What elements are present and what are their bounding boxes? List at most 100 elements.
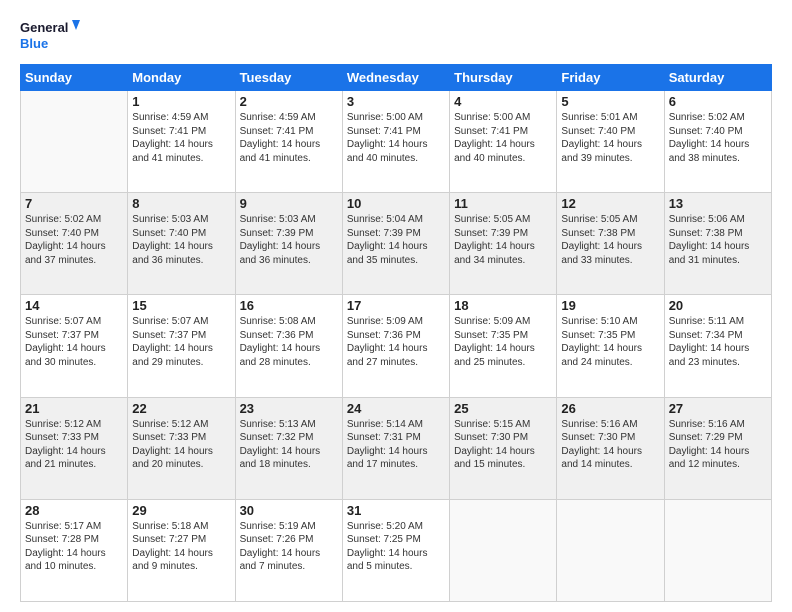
day-info: Sunrise: 4:59 AMSunset: 7:41 PMDaylight:…	[240, 111, 338, 165]
day-number: 25	[454, 401, 552, 416]
calendar-cell: 26 Sunrise: 5:16 AMSunset: 7:30 PMDayligh…	[557, 397, 664, 499]
calendar-cell: 31 Sunrise: 5:20 AMSunset: 7:25 PMDayligh…	[342, 499, 449, 601]
calendar-cell: 7Sunrise: 5:02 AMSunset: 7:40 PMDaylight…	[21, 193, 128, 295]
calendar-cell: 12 Sunrise: 5:05 AMSunset: 7:38 PMDayligh…	[557, 193, 664, 295]
day-number: 16	[240, 298, 338, 313]
calendar-week-3: 14Sunrise: 5:07 AMSunset: 7:37 PMDayligh…	[21, 295, 772, 397]
weekday-header-sunday: Sunday	[21, 65, 128, 91]
day-number: 24	[347, 401, 445, 416]
page: General Blue SundayMondayTuesdayWednesda…	[0, 0, 792, 612]
calendar-week-5: 28 Sunrise: 5:17 AMSunset: 7:28 PMDayligh…	[21, 499, 772, 601]
day-number: 27	[669, 401, 767, 416]
calendar-cell: 27 Sunrise: 5:16 AMSunset: 7:29 PMDayligh…	[664, 397, 771, 499]
day-info: Sunrise: 5:14 AMSunset: 7:31 PMDaylight:…	[347, 418, 445, 472]
day-info: Sunrise: 5:11 AMSunset: 7:34 PMDaylight:…	[669, 315, 767, 369]
calendar-cell: 30 Sunrise: 5:19 AMSunset: 7:26 PMDayligh…	[235, 499, 342, 601]
day-number: 6	[669, 94, 767, 109]
calendar-cell: 29 Sunrise: 5:18 AMSunset: 7:27 PMDayligh…	[128, 499, 235, 601]
day-info: Sunrise: 5:03 AMSunset: 7:39 PMDaylight:…	[240, 213, 338, 267]
calendar-cell: 17Sunrise: 5:09 AMSunset: 7:36 PMDayligh…	[342, 295, 449, 397]
day-number: 17	[347, 298, 445, 313]
day-info: Sunrise: 5:01 AMSunset: 7:40 PMDaylight:…	[561, 111, 659, 165]
day-number: 29	[132, 503, 230, 518]
day-number: 8	[132, 196, 230, 211]
calendar-cell: 14Sunrise: 5:07 AMSunset: 7:37 PMDayligh…	[21, 295, 128, 397]
weekday-header-wednesday: Wednesday	[342, 65, 449, 91]
day-number: 26	[561, 401, 659, 416]
weekday-header-row: SundayMondayTuesdayWednesdayThursdayFrid…	[21, 65, 772, 91]
day-info: Sunrise: 5:02 AMSunset: 7:40 PMDaylight:…	[25, 213, 123, 267]
weekday-header-monday: Monday	[128, 65, 235, 91]
calendar-cell: 1 Sunrise: 4:59 AMSunset: 7:41 PMDaylight…	[128, 91, 235, 193]
weekday-header-tuesday: Tuesday	[235, 65, 342, 91]
calendar-cell: 18 Sunrise: 5:09 AMSunset: 7:35 PMDayligh…	[450, 295, 557, 397]
day-number: 23	[240, 401, 338, 416]
day-info: Sunrise: 5:12 AMSunset: 7:33 PMDaylight:…	[25, 418, 123, 472]
day-number: 18	[454, 298, 552, 313]
calendar-cell: 24 Sunrise: 5:14 AMSunset: 7:31 PMDayligh…	[342, 397, 449, 499]
calendar-week-1: 1 Sunrise: 4:59 AMSunset: 7:41 PMDaylight…	[21, 91, 772, 193]
calendar-cell: 23 Sunrise: 5:13 AMSunset: 7:32 PMDayligh…	[235, 397, 342, 499]
day-info: Sunrise: 5:20 AMSunset: 7:25 PMDaylight:…	[347, 520, 445, 574]
day-info: Sunrise: 4:59 AMSunset: 7:41 PMDaylight:…	[132, 111, 230, 165]
weekday-header-thursday: Thursday	[450, 65, 557, 91]
day-number: 30	[240, 503, 338, 518]
day-info: Sunrise: 5:13 AMSunset: 7:32 PMDaylight:…	[240, 418, 338, 472]
calendar-cell: 4Sunrise: 5:00 AMSunset: 7:41 PMDaylight…	[450, 91, 557, 193]
day-number: 3	[347, 94, 445, 109]
day-info: Sunrise: 5:09 AMSunset: 7:35 PMDaylight:…	[454, 315, 552, 369]
day-info: Sunrise: 5:16 AMSunset: 7:30 PMDaylight:…	[561, 418, 659, 472]
calendar-week-2: 7Sunrise: 5:02 AMSunset: 7:40 PMDaylight…	[21, 193, 772, 295]
day-info: Sunrise: 5:06 AMSunset: 7:38 PMDaylight:…	[669, 213, 767, 267]
calendar-cell: 25 Sunrise: 5:15 AMSunset: 7:30 PMDayligh…	[450, 397, 557, 499]
day-number: 12	[561, 196, 659, 211]
calendar-week-4: 21 Sunrise: 5:12 AMSunset: 7:33 PMDayligh…	[21, 397, 772, 499]
day-number: 20	[669, 298, 767, 313]
calendar-cell: 2 Sunrise: 4:59 AMSunset: 7:41 PMDaylight…	[235, 91, 342, 193]
calendar-cell: 8 Sunrise: 5:03 AMSunset: 7:40 PMDaylight…	[128, 193, 235, 295]
day-info: Sunrise: 5:00 AMSunset: 7:41 PMDaylight:…	[347, 111, 445, 165]
calendar-table: SundayMondayTuesdayWednesdayThursdayFrid…	[20, 64, 772, 602]
calendar-cell: 19Sunrise: 5:10 AMSunset: 7:35 PMDayligh…	[557, 295, 664, 397]
calendar-cell: 22 Sunrise: 5:12 AMSunset: 7:33 PMDayligh…	[128, 397, 235, 499]
day-number: 19	[561, 298, 659, 313]
logo: General Blue	[20, 16, 80, 56]
day-number: 21	[25, 401, 123, 416]
logo-svg: General Blue	[20, 16, 80, 56]
day-info: Sunrise: 5:18 AMSunset: 7:27 PMDaylight:…	[132, 520, 230, 574]
calendar-cell: 3 Sunrise: 5:00 AMSunset: 7:41 PMDaylight…	[342, 91, 449, 193]
day-info: Sunrise: 5:19 AMSunset: 7:26 PMDaylight:…	[240, 520, 338, 574]
day-number: 31	[347, 503, 445, 518]
day-number: 9	[240, 196, 338, 211]
day-info: Sunrise: 5:05 AMSunset: 7:38 PMDaylight:…	[561, 213, 659, 267]
day-number: 13	[669, 196, 767, 211]
day-number: 28	[25, 503, 123, 518]
svg-text:General: General	[20, 20, 68, 35]
day-info: Sunrise: 5:15 AMSunset: 7:30 PMDaylight:…	[454, 418, 552, 472]
day-number: 10	[347, 196, 445, 211]
calendar-cell: 20 Sunrise: 5:11 AMSunset: 7:34 PMDayligh…	[664, 295, 771, 397]
calendar-cell	[557, 499, 664, 601]
calendar-cell	[664, 499, 771, 601]
day-info: Sunrise: 5:07 AMSunset: 7:37 PMDaylight:…	[132, 315, 230, 369]
day-info: Sunrise: 5:16 AMSunset: 7:29 PMDaylight:…	[669, 418, 767, 472]
calendar-cell: 6Sunrise: 5:02 AMSunset: 7:40 PMDaylight…	[664, 91, 771, 193]
day-number: 15	[132, 298, 230, 313]
svg-text:Blue: Blue	[20, 36, 48, 51]
day-number: 1	[132, 94, 230, 109]
day-number: 11	[454, 196, 552, 211]
calendar-cell: 11 Sunrise: 5:05 AMSunset: 7:39 PMDayligh…	[450, 193, 557, 295]
calendar-cell: 28 Sunrise: 5:17 AMSunset: 7:28 PMDayligh…	[21, 499, 128, 601]
calendar-cell: 9 Sunrise: 5:03 AMSunset: 7:39 PMDaylight…	[235, 193, 342, 295]
calendar-cell: 16Sunrise: 5:08 AMSunset: 7:36 PMDayligh…	[235, 295, 342, 397]
header: General Blue	[20, 16, 772, 56]
day-number: 22	[132, 401, 230, 416]
calendar-cell	[450, 499, 557, 601]
day-info: Sunrise: 5:17 AMSunset: 7:28 PMDaylight:…	[25, 520, 123, 574]
day-info: Sunrise: 5:03 AMSunset: 7:40 PMDaylight:…	[132, 213, 230, 267]
day-number: 2	[240, 94, 338, 109]
day-info: Sunrise: 5:05 AMSunset: 7:39 PMDaylight:…	[454, 213, 552, 267]
day-info: Sunrise: 5:12 AMSunset: 7:33 PMDaylight:…	[132, 418, 230, 472]
calendar-cell: 5Sunrise: 5:01 AMSunset: 7:40 PMDaylight…	[557, 91, 664, 193]
day-info: Sunrise: 5:04 AMSunset: 7:39 PMDaylight:…	[347, 213, 445, 267]
